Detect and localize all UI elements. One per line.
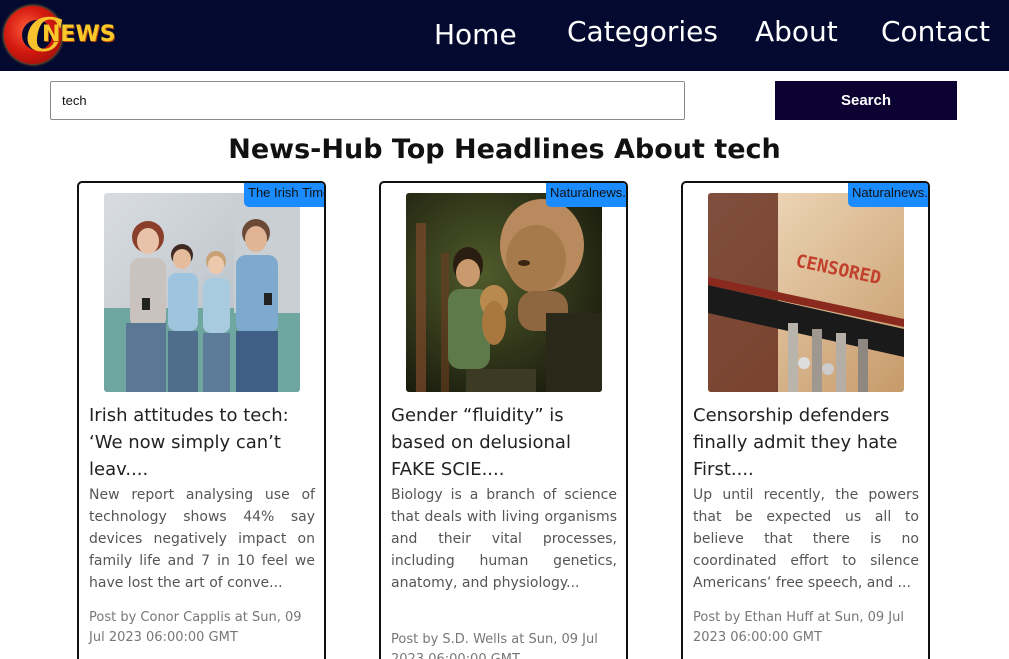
article-title[interactable]: Irish attitudes to tech: ‘We now simply … [89,402,317,483]
article-meta: Post by Ethan Huff at Sun, 09 Jul 2023 0… [693,610,904,645]
source-badge: Naturalnews.com [848,183,928,207]
article-meta: Post by S.D. Wells at Sun, 09 Jul 2023 0… [391,632,598,659]
navbar: C NEWS Home Categories About Contact [0,0,1009,71]
news-logo[interactable]: C NEWS [4,6,124,66]
article-description: Up until recently, the powers that be ex… [693,487,919,591]
nav-categories-link[interactable]: Categories [567,15,718,49]
nav-contact-link[interactable]: Contact [881,15,990,49]
article-description: New report analysing use of technology s… [89,487,315,591]
page-title: News-Hub Top Headlines About tech [228,134,781,165]
article-title[interactable]: Censorship defenders finally admit they … [693,402,921,483]
article-image[interactable] [104,193,300,392]
article-description: Biology is a branch of science that deal… [391,487,617,591]
article-image[interactable]: CENSORED [708,193,904,392]
news-card[interactable]: CENSORED Naturalnews.com Censorship defe… [681,181,930,659]
source-badge: Naturalnews.com [546,183,626,207]
nav-home-link[interactable]: Home [434,18,517,52]
article-meta: Post by Conor Capplis at Sun, 09 Jul 202… [89,610,302,645]
search-input[interactable] [50,81,685,120]
source-badge: The Irish Times [244,183,324,207]
search-button[interactable]: Search [775,81,957,120]
article-image[interactable] [406,193,602,392]
nav-about-link[interactable]: About [755,15,838,49]
news-card[interactable]: The Irish Times Irish attitudes to tech:… [77,181,326,659]
logo-text: NEWS [42,22,116,47]
article-title[interactable]: Gender “fluidity” is based on delusional… [391,402,619,483]
news-card[interactable]: Naturalnews.com Gender “fluidity” is bas… [379,181,628,659]
